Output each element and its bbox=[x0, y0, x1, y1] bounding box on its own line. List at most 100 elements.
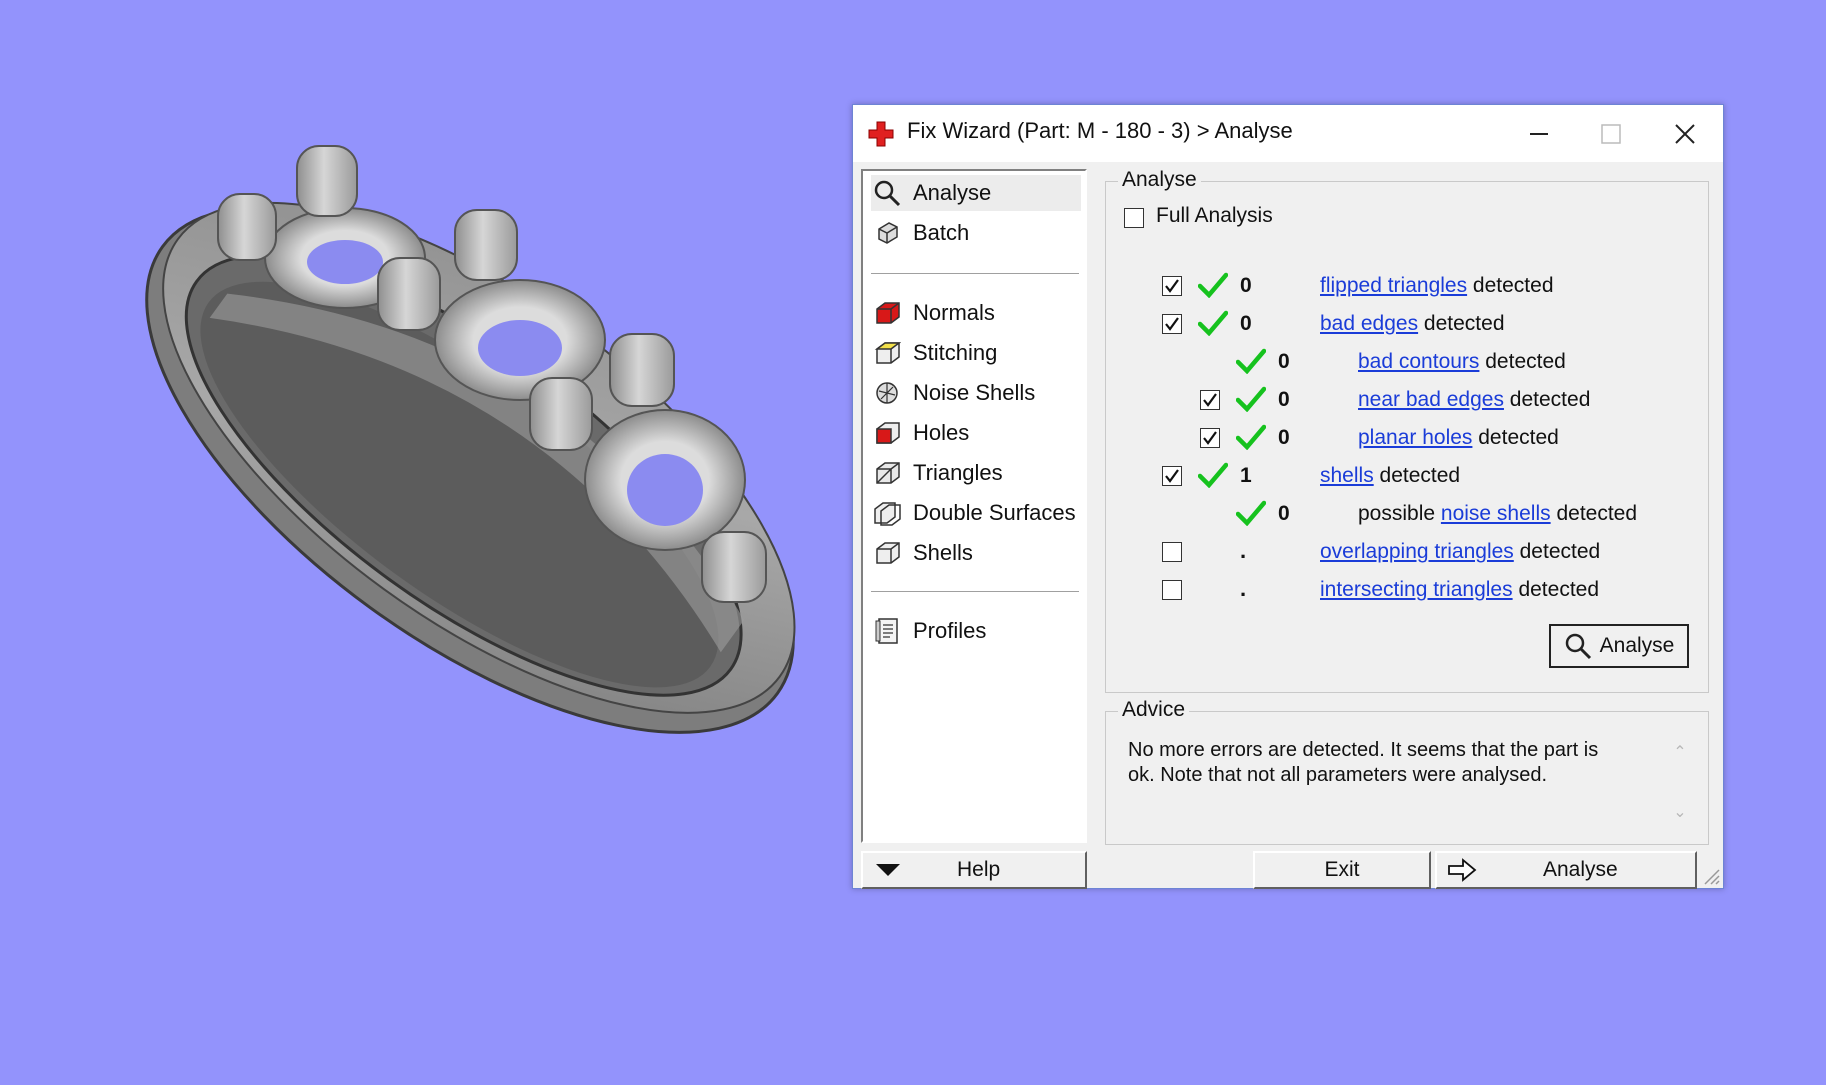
fix-wizard-dialog: Fix Wizard (Part: M - 180 - 3) > Analyse… bbox=[852, 104, 1724, 889]
nav-item-batch[interactable]: Batch bbox=[871, 215, 969, 251]
analyse-group-legend: Analyse bbox=[1118, 168, 1201, 192]
analyse-run-label: Analyse bbox=[1599, 634, 1675, 657]
result-checkbox[interactable] bbox=[1162, 542, 1182, 562]
result-link[interactable]: planar holes bbox=[1358, 426, 1472, 449]
nav-item-normals[interactable]: Normals bbox=[871, 295, 995, 331]
analyse-next-button[interactable]: Analyse bbox=[1435, 851, 1697, 889]
result-count: 0 bbox=[1278, 388, 1290, 411]
result-label: flipped triangles detected bbox=[1320, 274, 1554, 298]
result-count: 0 bbox=[1278, 426, 1290, 449]
nav-item-label: Triangles bbox=[913, 460, 1003, 485]
result-checkbox[interactable] bbox=[1200, 390, 1220, 410]
result-suffix: detected bbox=[1479, 350, 1566, 373]
magnifier-icon bbox=[1565, 633, 1591, 660]
nav-item-label: Batch bbox=[913, 220, 970, 245]
nav-item-label: Double Surfaces bbox=[913, 500, 1076, 525]
analyse-group: Analyse Full Analysis 0 flipped triangles… bbox=[1105, 168, 1709, 693]
result-link[interactable]: near bad edges bbox=[1358, 388, 1504, 411]
minimize-icon bbox=[1530, 132, 1548, 135]
result-prefix: possible bbox=[1358, 502, 1441, 525]
result-count: 0 bbox=[1278, 350, 1290, 373]
fix-wizard-icon bbox=[868, 121, 894, 147]
window-title: Fix Wizard (Part: M - 180 - 3) > Analyse bbox=[907, 118, 1293, 143]
help-button[interactable]: Help bbox=[861, 851, 1087, 889]
ok-check-icon bbox=[1235, 500, 1267, 527]
noise-shells-icon bbox=[871, 377, 903, 409]
help-label: Help bbox=[957, 858, 1001, 881]
result-count: 0 bbox=[1278, 502, 1290, 525]
close-button[interactable] bbox=[1649, 105, 1721, 162]
nav-item-stitching[interactable]: Stitching bbox=[871, 335, 997, 371]
nav-item-noise-shells[interactable]: Noise Shells bbox=[871, 375, 1035, 411]
result-label: overlapping triangles detected bbox=[1320, 540, 1600, 564]
result-label: intersecting triangles detected bbox=[1320, 578, 1599, 602]
ok-check-icon bbox=[1235, 386, 1267, 413]
result-label: possible noise shells detected bbox=[1358, 502, 1637, 526]
full-analysis-checkbox[interactable] bbox=[1124, 208, 1144, 228]
result-count: . bbox=[1240, 576, 1247, 601]
nav-item-double-surfaces[interactable]: Double Surfaces bbox=[871, 495, 1076, 531]
nav-item-label: Stitching bbox=[913, 340, 998, 365]
advice-group-legend: Advice bbox=[1118, 698, 1190, 722]
advice-group: Advice No more errors are detected. It s… bbox=[1105, 698, 1709, 845]
nav-item-shells[interactable]: Shells bbox=[871, 535, 973, 571]
nav-item-analyse[interactable]: Analyse bbox=[871, 175, 1081, 211]
result-link[interactable]: bad edges bbox=[1320, 312, 1418, 335]
minimize-button[interactable] bbox=[1503, 105, 1575, 162]
result-checkbox[interactable] bbox=[1162, 314, 1182, 334]
double-surfaces-icon bbox=[871, 497, 903, 529]
nav-divider bbox=[871, 591, 1079, 593]
result-link[interactable]: overlapping triangles bbox=[1320, 540, 1514, 563]
result-checkbox[interactable] bbox=[1200, 428, 1220, 448]
checkmark-icon bbox=[1203, 431, 1217, 445]
exit-label: Exit bbox=[1324, 858, 1360, 881]
result-suffix: detected bbox=[1503, 388, 1591, 411]
result-label: shells detected bbox=[1320, 464, 1460, 488]
result-checkbox[interactable] bbox=[1162, 580, 1182, 600]
result-suffix: detected bbox=[1373, 464, 1461, 487]
result-count: 0 bbox=[1240, 312, 1252, 335]
ok-check-icon bbox=[1235, 348, 1267, 375]
nav-item-label: Profiles bbox=[913, 618, 987, 643]
checkmark-icon bbox=[1165, 317, 1179, 331]
maximize-icon bbox=[1601, 123, 1621, 144]
close-icon bbox=[1675, 123, 1695, 144]
result-suffix: detected bbox=[1418, 312, 1505, 335]
holes-icon bbox=[871, 417, 903, 449]
result-link[interactable]: flipped triangles bbox=[1320, 274, 1467, 297]
scroll-down-icon[interactable]: ⌄ bbox=[1670, 802, 1690, 821]
maximize-button[interactable] bbox=[1575, 105, 1647, 162]
ok-check-icon bbox=[1197, 310, 1229, 337]
nav-item-label: Normals bbox=[913, 300, 995, 325]
checkmark-icon bbox=[1165, 279, 1179, 293]
analyse-run-button[interactable]: Analyse bbox=[1549, 624, 1689, 668]
nav-item-profiles[interactable]: Profiles bbox=[871, 613, 986, 649]
result-checkbox[interactable] bbox=[1162, 466, 1182, 486]
title-bar[interactable]: Fix Wizard (Part: M - 180 - 3) > Analyse bbox=[853, 105, 1723, 162]
result-link[interactable]: noise shells bbox=[1441, 502, 1551, 525]
result-suffix: detected bbox=[1550, 502, 1638, 525]
nav-item-label: Analyse bbox=[913, 180, 992, 205]
result-checkbox[interactable] bbox=[1162, 276, 1182, 296]
result-link[interactable]: shells bbox=[1320, 464, 1374, 487]
profiles-icon bbox=[871, 615, 903, 647]
result-suffix: detected bbox=[1512, 578, 1600, 601]
nav-item-label: Holes bbox=[913, 420, 970, 445]
nav-divider bbox=[871, 273, 1079, 275]
scroll-up-icon[interactable]: ⌃ bbox=[1670, 742, 1690, 761]
result-label: planar holes detected bbox=[1358, 426, 1559, 450]
ok-check-icon bbox=[1197, 462, 1229, 489]
result-link[interactable]: bad contours bbox=[1358, 350, 1479, 373]
nav-item-holes[interactable]: Holes bbox=[871, 415, 969, 451]
shells-icon bbox=[871, 537, 903, 569]
result-suffix: detected bbox=[1472, 426, 1559, 449]
result-count: . bbox=[1240, 538, 1247, 563]
exit-button[interactable]: Exit bbox=[1253, 851, 1431, 889]
result-link[interactable]: intersecting triangles bbox=[1320, 578, 1513, 601]
ok-check-icon bbox=[1235, 424, 1267, 451]
nav-item-triangles[interactable]: Triangles bbox=[871, 455, 1003, 491]
stitching-icon bbox=[871, 337, 903, 369]
advice-text: No more errors are detected. It seems th… bbox=[1128, 739, 1599, 786]
result-label: bad contours detected bbox=[1358, 350, 1566, 374]
resize-grip-icon[interactable] bbox=[1701, 866, 1721, 886]
